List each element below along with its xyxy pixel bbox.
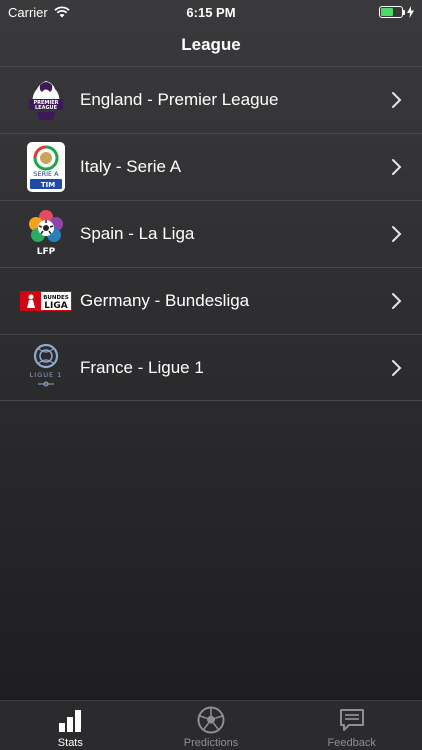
carrier-label: Carrier xyxy=(8,4,48,20)
status-right xyxy=(379,6,414,18)
status-left: Carrier xyxy=(8,5,70,20)
ligue-1-logo-icon: LIGUE 1 xyxy=(20,342,72,394)
chat-bubble-icon xyxy=(337,705,367,735)
tab-bar: Stats Predictions Feedback xyxy=(0,700,422,750)
bar-chart-icon xyxy=(55,705,85,735)
chevron-right-icon xyxy=(392,293,402,309)
chevron-right-icon xyxy=(392,92,402,108)
lfp-logo-text: LFP xyxy=(37,247,56,257)
tab-feedback[interactable]: Feedback xyxy=(281,701,422,750)
league-label: Germany - Bundesliga xyxy=(80,291,250,310)
league-label: England - Premier League xyxy=(80,90,279,109)
league-row-germany[interactable]: BUNDES LIGA Germany - Bundesliga xyxy=(0,267,422,334)
soccer-ball-icon xyxy=(196,705,226,735)
league-row-italy[interactable]: SERIE A TIM Italy - Serie A xyxy=(0,133,422,200)
tab-stats[interactable]: Stats xyxy=(0,701,141,750)
league-row-france[interactable]: LIGUE 1 France - Ligue 1 xyxy=(0,334,422,401)
la-liga-logo-icon: LFP xyxy=(20,208,72,260)
chevron-right-icon xyxy=(392,159,402,175)
page-title: League xyxy=(181,35,241,54)
tab-feedback-label: Feedback xyxy=(327,737,376,749)
league-label: Spain - La Liga xyxy=(80,224,195,243)
serie-a-logo-icon: SERIE A TIM xyxy=(20,141,72,193)
liga-logo-text: LIGA xyxy=(44,301,67,311)
chevron-right-icon xyxy=(392,359,402,376)
ligue-1-logo-text: LIGUE 1 xyxy=(30,371,63,379)
league-label: France - Ligue 1 xyxy=(80,357,204,377)
battery-icon xyxy=(379,6,405,18)
chevron-right-icon xyxy=(392,226,402,242)
tim-sponsor-text: TIM xyxy=(41,181,55,189)
wifi-icon xyxy=(54,6,70,18)
tab-predictions-label: Predictions xyxy=(183,737,239,749)
status-bar: Carrier 6:15 PM xyxy=(0,0,422,24)
tab-stats-label: Stats xyxy=(57,737,83,749)
charging-bolt-icon xyxy=(407,6,414,18)
bundesliga-logo-icon: BUNDES LIGA xyxy=(20,275,72,327)
league-row-england[interactable]: PREMIER LEAGUE England - Premier League xyxy=(0,66,422,133)
battery-level xyxy=(381,8,393,16)
league-row-spain[interactable]: LFP Spain - La Liga xyxy=(0,200,422,267)
svg-text:LEAGUE: LEAGUE xyxy=(35,105,58,111)
league-list: PREMIER LEAGUE England - Premier League … xyxy=(0,66,422,401)
league-label: Italy - Serie A xyxy=(80,157,182,176)
premier-league-logo-icon: PREMIER LEAGUE xyxy=(20,74,72,126)
tab-predictions[interactable]: Predictions xyxy=(141,701,282,750)
serie-a-logo-text: SERIE A xyxy=(33,170,59,178)
